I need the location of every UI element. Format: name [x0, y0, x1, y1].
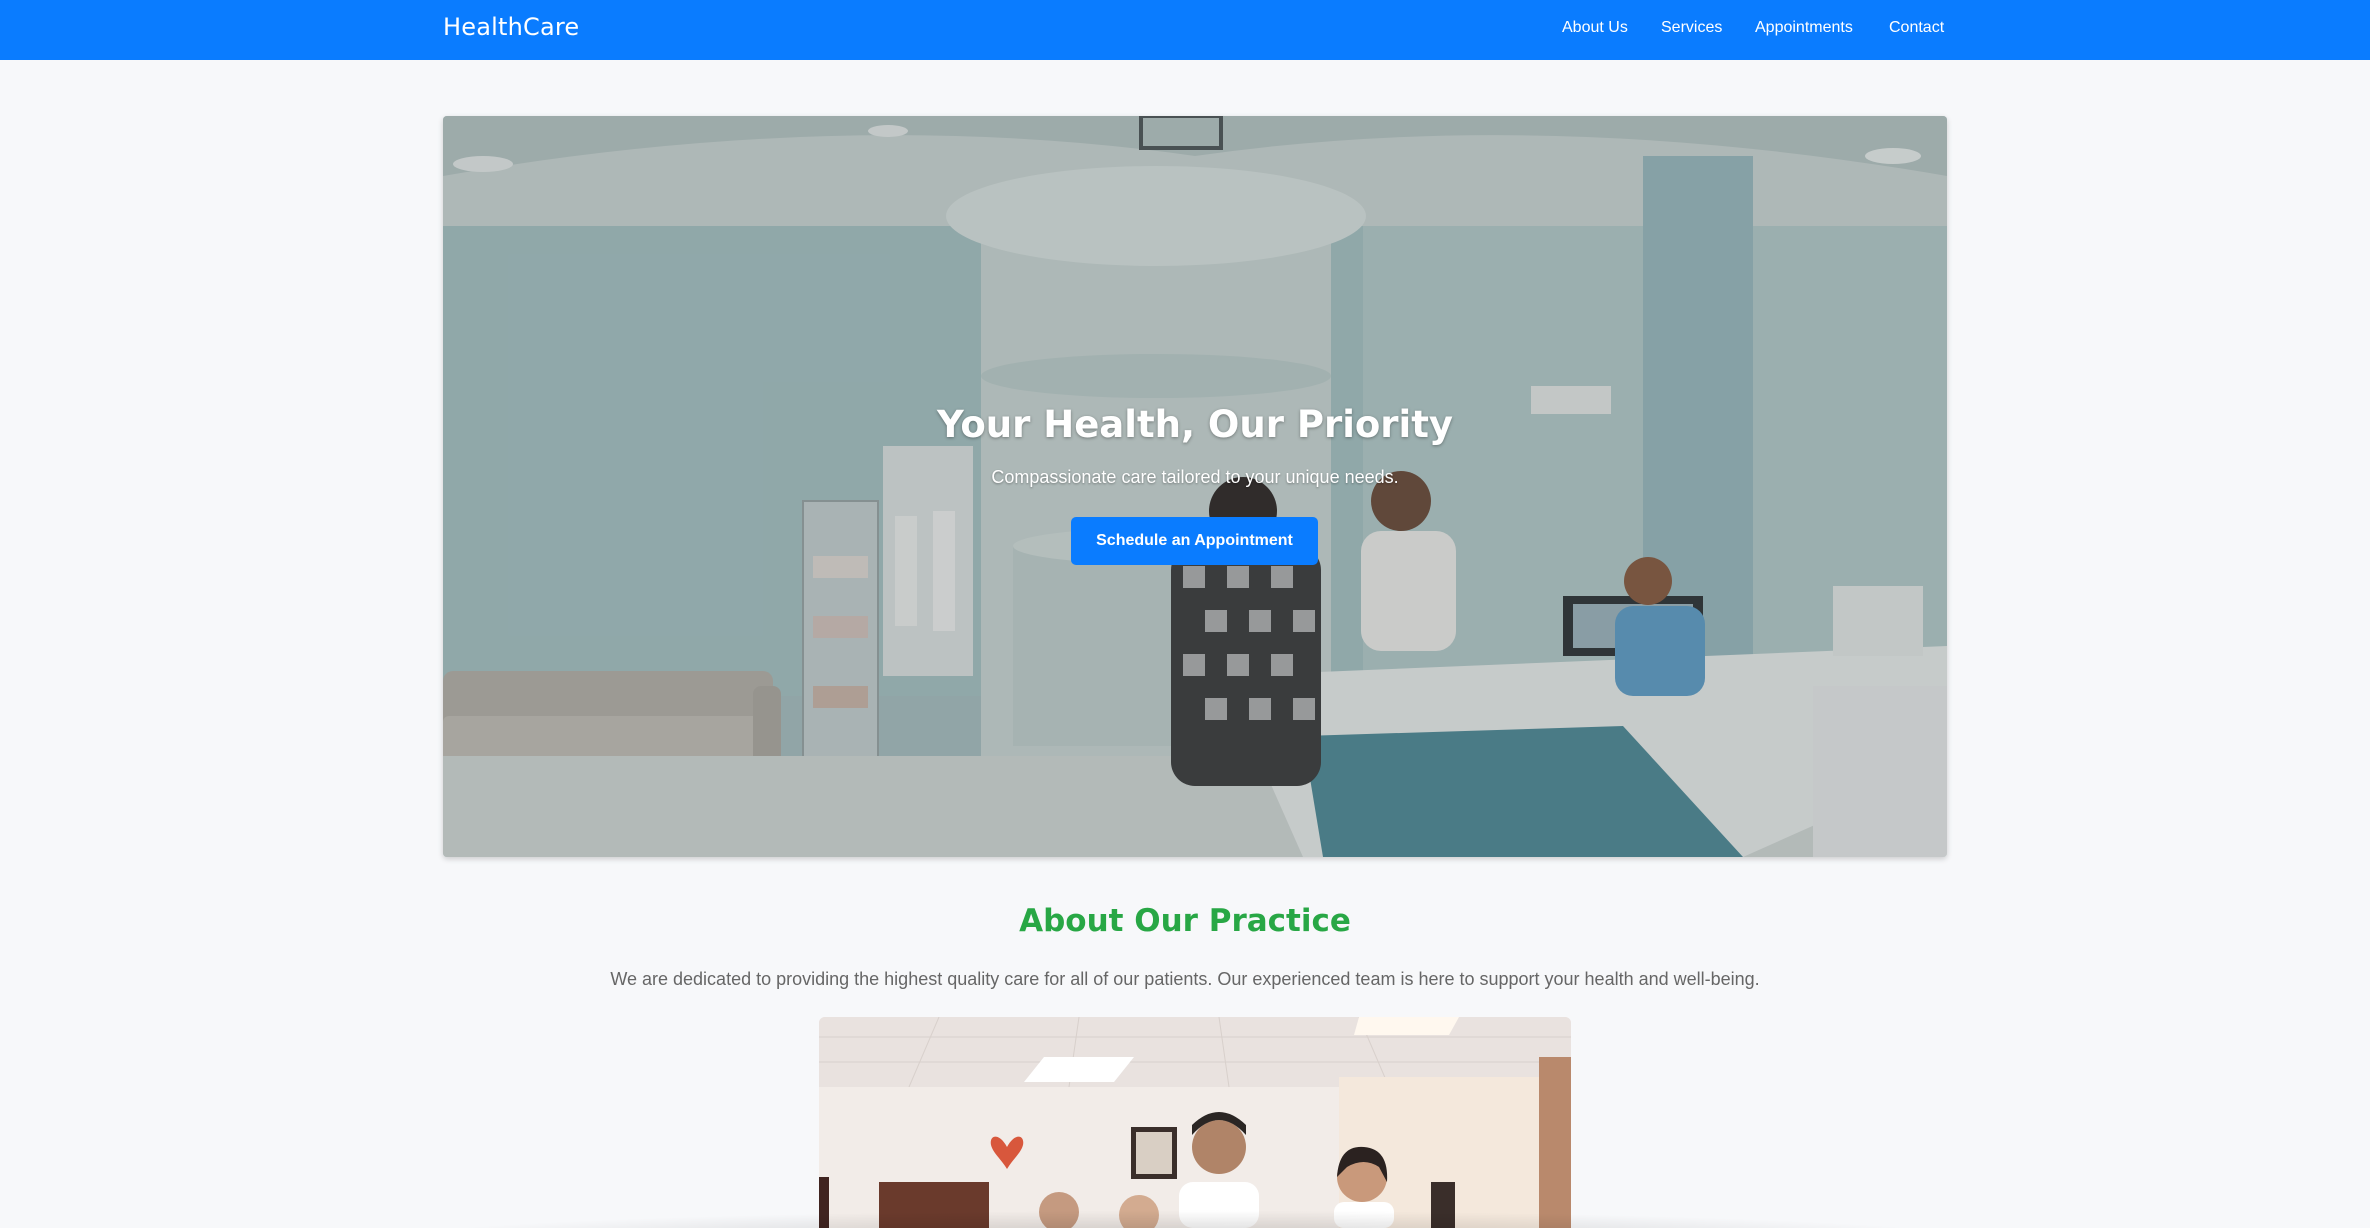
hero-banner: Your Health, Our Priority Compassionate … — [443, 116, 1947, 857]
team-photo — [819, 1017, 1571, 1228]
schedule-appointment-button[interactable]: Schedule an Appointment — [1071, 517, 1318, 565]
brand-logo[interactable]: HealthCare — [443, 13, 579, 41]
nav-link-services[interactable]: Services — [1661, 19, 1722, 37]
hero-title: Your Health, Our Priority — [936, 403, 1454, 446]
nav-link-about-us[interactable]: About Us — [1562, 19, 1628, 37]
footer-shadow — [380, 1210, 1990, 1228]
about-section-text: We are dedicated to providing the highes… — [610, 969, 1760, 989]
nav-link-appointments[interactable]: Appointments — [1755, 19, 1853, 37]
hero-subtitle: Compassionate care tailored to your uniq… — [991, 467, 1399, 487]
nav-link-contact[interactable]: Contact — [1889, 19, 1944, 37]
team-photo-image — [819, 1017, 1571, 1228]
top-navbar: HealthCare About Us Services Appointment… — [0, 0, 2370, 60]
about-section-title: About Our Practice — [1019, 903, 1351, 939]
